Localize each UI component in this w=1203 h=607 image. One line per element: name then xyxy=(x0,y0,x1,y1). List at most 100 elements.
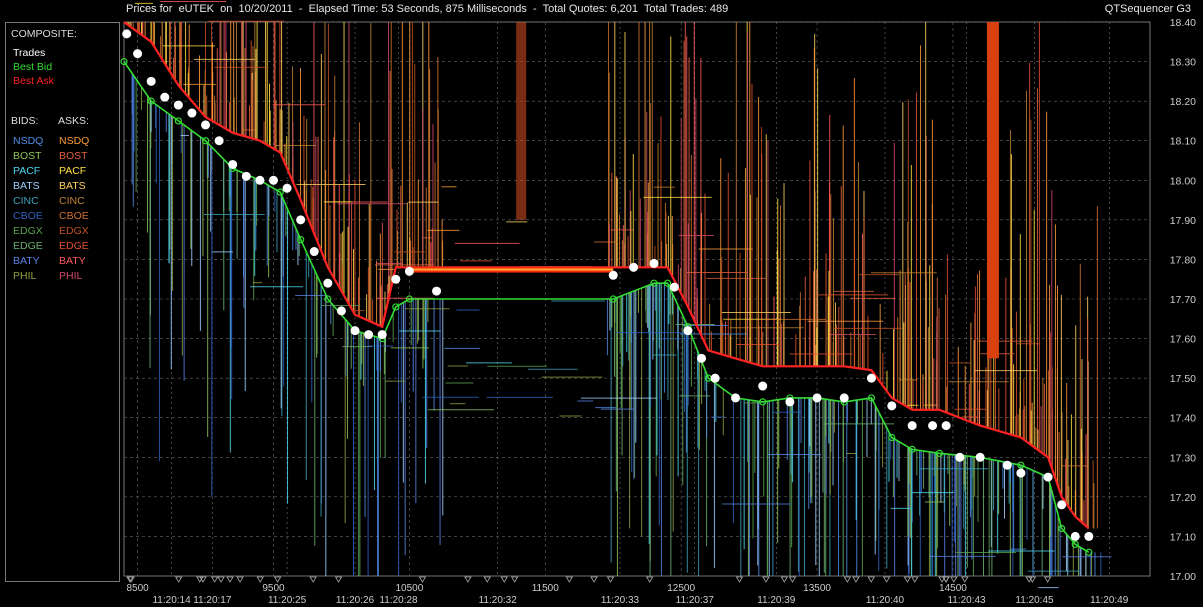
y-tick-label: 17.50 xyxy=(1170,373,1196,385)
y-tick-label: 17.00 xyxy=(1170,571,1196,583)
axis-marker-icon xyxy=(309,576,317,583)
trade-point xyxy=(160,92,170,102)
axis-marker-icon xyxy=(762,576,770,583)
trade-point xyxy=(731,393,741,403)
axis-marker-icon xyxy=(334,576,343,583)
y-tick-label: 17.70 xyxy=(1170,294,1196,306)
trade-point xyxy=(758,381,768,391)
trade-point xyxy=(975,452,985,462)
trade-point xyxy=(377,330,387,340)
y-tick-label: 17.10 xyxy=(1170,531,1196,543)
trade-point xyxy=(146,76,156,86)
best-ask-plateau-highlight xyxy=(409,268,614,271)
axis-marker-icon xyxy=(882,576,891,583)
quote-lines xyxy=(123,1,1112,589)
trade-point xyxy=(683,326,693,336)
axis-marker-icon xyxy=(418,576,427,583)
trade-point xyxy=(839,393,849,403)
trade-point xyxy=(323,278,333,288)
trade-point xyxy=(1070,531,1080,541)
x-time-label: 11:20:43 xyxy=(947,595,986,606)
y-tick-label: 18.10 xyxy=(1170,136,1196,148)
trade-point xyxy=(296,215,306,225)
axis-marker-icon xyxy=(500,576,508,583)
trade-point xyxy=(122,29,132,39)
axis-marker-icon xyxy=(175,576,183,583)
axis-marker-icon xyxy=(867,576,875,583)
trade-point xyxy=(228,159,238,169)
trade-point xyxy=(133,49,143,59)
x-seq-label: 11500 xyxy=(532,583,560,594)
x-time-label: 11:20:25 xyxy=(268,595,307,606)
axis-marker-icon xyxy=(843,576,852,583)
trade-point xyxy=(629,262,639,272)
y-tick-label: 17.20 xyxy=(1170,492,1196,504)
trade-point xyxy=(268,175,278,185)
y-tick-label: 18.30 xyxy=(1170,57,1196,69)
trade-point xyxy=(350,326,360,336)
x-seq-label: 8500 xyxy=(126,583,149,594)
trade-point xyxy=(955,452,965,462)
y-tick-label: 18.40 xyxy=(1170,17,1196,29)
trade-point xyxy=(669,282,679,292)
trade-point xyxy=(941,421,951,431)
trade-point xyxy=(785,397,795,407)
trade-point xyxy=(201,120,211,130)
axis-marker-icon xyxy=(852,576,860,583)
trade-point xyxy=(1043,472,1053,482)
trade-point xyxy=(928,421,938,431)
trade-point xyxy=(608,270,618,280)
x-time-label: 11:20:17 xyxy=(193,595,232,606)
x-time-label: 11:20:32 xyxy=(479,595,518,606)
x-time-label: 11:20:28 xyxy=(379,595,418,606)
x-time-label: 11:20:40 xyxy=(866,595,905,606)
x-seq-label: 9500 xyxy=(262,583,285,594)
axis-marker-icon xyxy=(735,576,744,583)
y-tick-label: 18.20 xyxy=(1170,96,1196,108)
trade-point xyxy=(866,373,876,383)
trade-point xyxy=(336,306,346,316)
axis-marker-icon xyxy=(236,576,244,583)
trade-point xyxy=(173,100,183,110)
trade-point xyxy=(214,136,224,146)
trade-point xyxy=(241,171,251,181)
trade-point xyxy=(255,175,265,185)
axis-marker-icon xyxy=(903,576,912,583)
x-time-label: 11:20:49 xyxy=(1090,595,1129,606)
trade-point xyxy=(710,373,720,383)
trade-point xyxy=(887,401,897,411)
axis-marker-icon xyxy=(911,576,919,583)
ask-quote-block xyxy=(986,22,999,359)
axis-marker-icon xyxy=(961,576,969,583)
axis-marker-icon xyxy=(483,576,491,583)
x-time-label: 11:20:26 xyxy=(336,595,375,606)
x-seq-label: 10500 xyxy=(395,583,423,594)
y-tick-label: 17.90 xyxy=(1170,215,1196,227)
axis-marker-icon xyxy=(256,576,264,583)
trade-point xyxy=(1084,531,1094,541)
trade-point xyxy=(432,286,442,296)
x-time-label: 11:20:37 xyxy=(676,595,715,606)
x-time-label: 11:20:39 xyxy=(757,595,796,606)
axis-marker-icon xyxy=(645,576,654,583)
trade-point xyxy=(1057,500,1067,510)
trade-point xyxy=(697,353,707,363)
ask-quote-block xyxy=(516,22,527,220)
x-seq-label: 14500 xyxy=(939,583,967,594)
y-tick-label: 17.40 xyxy=(1170,413,1196,425)
axis-marker-icon xyxy=(226,576,234,583)
axis-marker-icon xyxy=(780,576,788,583)
trade-point xyxy=(364,330,374,340)
trade-point xyxy=(391,274,401,284)
x-time-label: 11:20:33 xyxy=(601,595,640,606)
axis-marker-icon xyxy=(510,576,519,583)
axis-marker-icon xyxy=(464,576,472,583)
x-time-label: 11:20:14 xyxy=(152,595,191,606)
trade-point xyxy=(907,421,917,431)
price-chart: 17.00 17.10 17.20 17.30 17.40 17.50 17.60 17.70… xyxy=(120,1,1196,606)
axis-marker-icon xyxy=(1043,576,1052,583)
axis-marker-icon xyxy=(210,576,219,583)
y-tick-label: 17.30 xyxy=(1170,452,1196,464)
trade-point xyxy=(812,393,822,403)
x-time-label: 11:20:45 xyxy=(1015,595,1054,606)
